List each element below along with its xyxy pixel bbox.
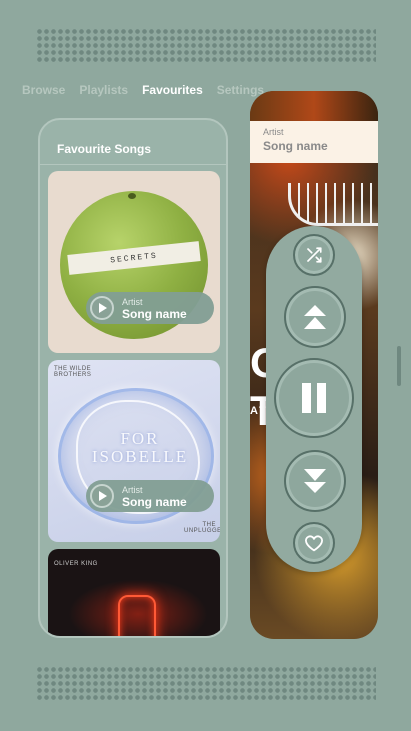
favourite-button[interactable] (293, 522, 335, 564)
album-art-neon (118, 595, 156, 636)
shuffle-icon (307, 247, 322, 263)
lime-stem (128, 193, 136, 199)
album-art-basket (288, 183, 378, 226)
previous-button[interactable] (284, 286, 346, 348)
tab-favourites[interactable]: Favourites (142, 83, 203, 97)
play-icon (99, 303, 107, 313)
play-button[interactable] (90, 296, 114, 320)
album-title-label: FOR ISOBELLE (91, 429, 189, 466)
speaker-grille-top (36, 28, 376, 62)
tab-browse[interactable]: Browse (22, 83, 65, 97)
skip-down-icon (304, 469, 326, 493)
album-subtitle: THE UNPLUGGED (184, 522, 220, 534)
song-card[interactable]: THE WILDE BROTHERS FOR ISOBELLE THE UNPL… (48, 360, 220, 542)
next-button[interactable] (284, 450, 346, 512)
now-playing-info: Artist Song name (250, 121, 378, 163)
play-icon (99, 491, 107, 501)
favourites-title: Favourite Songs (57, 142, 152, 156)
song-name: Song name (122, 307, 187, 321)
pause-button[interactable] (274, 358, 354, 438)
song-card[interactable]: OLIVER KING (48, 549, 220, 636)
skip-up-icon (304, 305, 326, 329)
play-button[interactable] (90, 484, 114, 508)
now-playing-artist: Artist (263, 127, 284, 137)
scrollbar[interactable] (397, 346, 401, 386)
song-card[interactable]: SECRETS Artist Song name (48, 171, 220, 353)
top-nav: Browse Playlists Favourites Settings (22, 83, 264, 97)
speaker-grille-bottom (36, 666, 376, 700)
album-band-name: OLIVER KING (54, 561, 98, 567)
pause-icon (302, 383, 326, 413)
favourites-panel: Favourite Songs SECRETS Artist Song name… (38, 118, 228, 638)
album-art-top (250, 91, 378, 121)
song-info-pill: Artist Song name (86, 480, 214, 512)
tab-playlists[interactable]: Playlists (79, 83, 128, 97)
heart-icon (305, 535, 323, 552)
album-band-name: THE WILDE BROTHERS (54, 366, 92, 378)
player-controls (266, 226, 362, 572)
shuffle-button[interactable] (293, 234, 335, 276)
song-info-pill: Artist Song name (86, 292, 214, 324)
now-playing-song: Song name (263, 139, 328, 153)
panel-divider (40, 164, 226, 165)
song-name: Song name (122, 495, 187, 509)
